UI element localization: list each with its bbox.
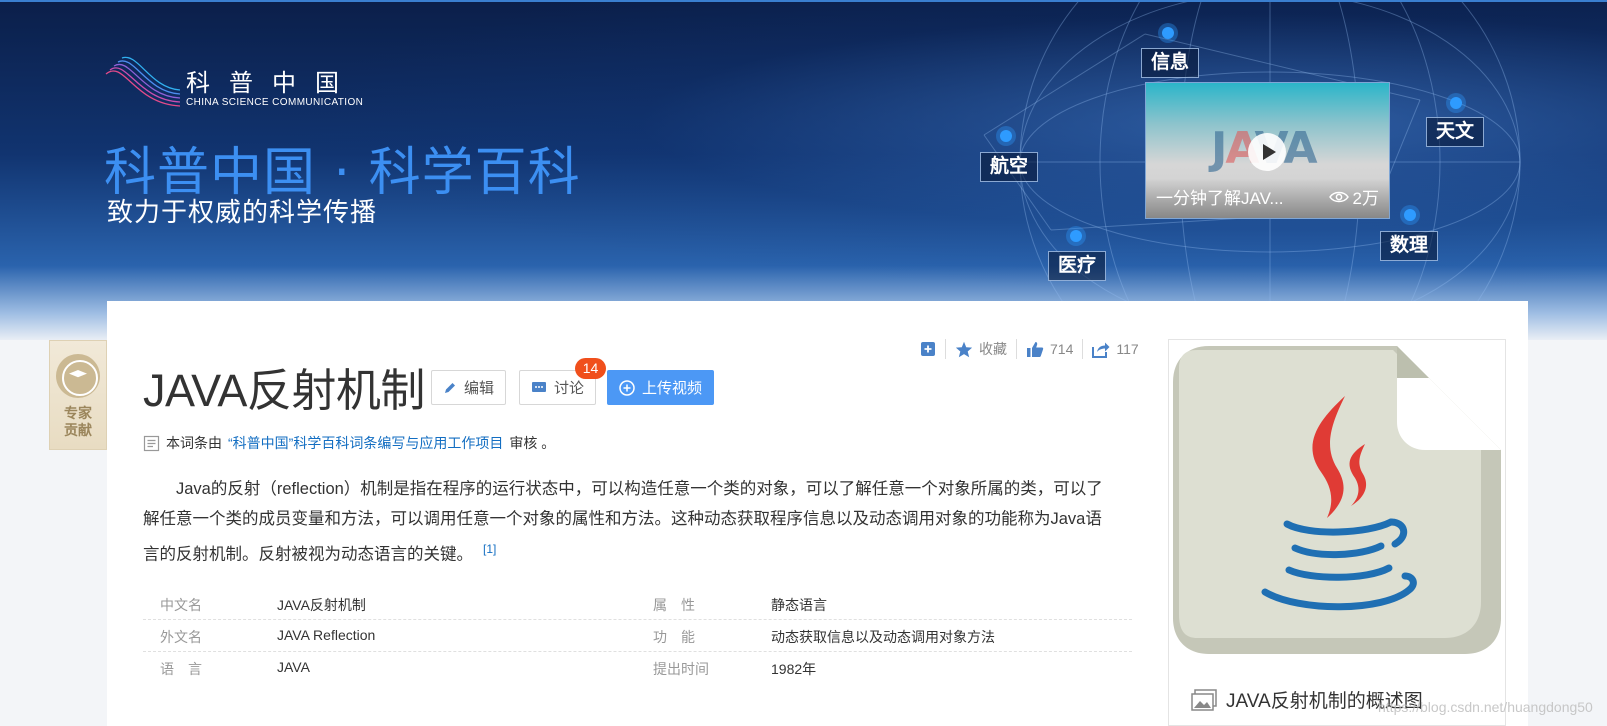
upload-video-label: 上传视频: [642, 380, 703, 397]
expert-label-line1: 专家: [64, 405, 92, 421]
info-row: 语 言 JAVA 提出时间 1982年: [143, 652, 1132, 684]
tag-aviation[interactable]: 航空: [980, 152, 1039, 182]
overview-image-card[interactable]: JAVA反射机制的概述图: [1168, 339, 1506, 726]
node-dot-icon: [1450, 97, 1462, 109]
logo-english: CHINA SCIENCE COMMUNICATION: [186, 97, 364, 108]
site-logo[interactable]: 科普中国 CHINA SCIENCE COMMUNICATION: [104, 54, 363, 112]
node-dot-icon: [1404, 209, 1416, 221]
video-views: 2万: [1328, 184, 1379, 209]
upload-video-button[interactable]: 上传视频: [607, 370, 715, 405]
review-prefix: 本词条由: [166, 435, 222, 451]
info-value: JAVA: [277, 659, 310, 675]
tag-math[interactable]: 数理: [1380, 231, 1439, 261]
info-row: 外文名 JAVA Reflection 功 能 动态获取信息以及动态调用对象方法: [143, 620, 1132, 652]
review-suffix: 审核 。: [509, 435, 556, 451]
like-count: 714: [1050, 341, 1074, 357]
info-key: 外文名: [160, 629, 202, 645]
like-button[interactable]: 714: [1026, 341, 1073, 358]
node-dot-icon: [1070, 230, 1082, 242]
expert-label-line2: 贡献: [64, 422, 92, 438]
video-title: 一分钟了解JAV...: [1156, 189, 1284, 208]
banner-subtitle: 致力于权威的科学传播: [107, 198, 378, 228]
share-icon: [1092, 342, 1110, 358]
info-value: 静态语言: [771, 597, 827, 613]
node-dot-icon: [1162, 27, 1174, 39]
discuss-button-label: 讨论: [554, 380, 585, 397]
info-value: JAVA Reflection: [277, 627, 376, 643]
review-statement: 本词条由 “科普中国”科学百科词条编写与应用工作项目 审核 。: [143, 433, 555, 453]
article-actions: 收藏 714 117: [920, 336, 1139, 362]
tag-astronomy[interactable]: 天文: [1426, 117, 1485, 147]
gallery-icon: [1191, 688, 1217, 711]
info-key: 中文名: [160, 597, 202, 613]
java-file-icon: [1173, 346, 1501, 654]
discuss-count-badge: 14: [575, 358, 606, 379]
tag-medical[interactable]: 医疗: [1048, 251, 1107, 281]
video-view-count: 2万: [1352, 189, 1379, 208]
logo-wave-icon: [105, 56, 181, 107]
plus-circle-icon: [619, 379, 635, 396]
favorite-button[interactable]: 收藏: [955, 339, 1007, 359]
page-title: JAVA反射机制: [143, 365, 425, 416]
citation-link[interactable]: [1]: [483, 542, 496, 556]
add-square-icon: [921, 342, 935, 356]
info-key: 提出时间: [653, 661, 709, 677]
header-banner: 科普中国 CHINA SCIENCE COMMUNICATION 科普中国 · …: [0, 0, 1607, 340]
basic-info-table: 中文名 JAVA反射机制 属 性 静态语言 外文名 JAVA Reflectio…: [143, 588, 1132, 684]
expert-contribution-badge[interactable]: 专家 贡献: [49, 340, 107, 450]
pencil-icon: [445, 382, 455, 393]
thumbs-up-icon: [1027, 341, 1044, 357]
graduation-cap-icon: [56, 354, 100, 398]
info-value: JAVA反射机制: [277, 597, 366, 613]
info-value: 动态获取信息以及动态调用对象方法: [771, 629, 995, 645]
play-icon[interactable]: [1248, 133, 1286, 171]
info-key: 功 能: [653, 629, 695, 645]
video-card[interactable]: JAVA 一分钟了解JAV... 2万: [1145, 82, 1390, 219]
star-icon: [955, 341, 973, 357]
node-dot-icon: [1000, 130, 1012, 142]
info-row: 中文名 JAVA反射机制 属 性 静态语言: [143, 588, 1132, 620]
favorite-label: 收藏: [979, 341, 1007, 357]
share-count: 117: [1116, 341, 1139, 357]
info-key: 语 言: [160, 661, 202, 677]
eye-icon: [1328, 191, 1349, 202]
share-button[interactable]: 117: [1092, 341, 1139, 358]
edit-button[interactable]: 编辑: [431, 370, 507, 405]
logo-chinese: 科普中国: [186, 70, 358, 97]
review-project-link[interactable]: “科普中国”科学百科词条编写与应用工作项目: [228, 433, 503, 453]
edit-button-label: 编辑: [464, 380, 495, 397]
info-key: 属 性: [653, 597, 695, 613]
summary-text: Java的反射（reflection）机制是指在程序的运行状态中，可以构造任意一…: [143, 480, 1103, 564]
add-button[interactable]: [920, 341, 936, 357]
watermark-text: https://blog.csdn.net/huangdong50: [1378, 699, 1593, 715]
article-summary: Java的反射（reflection）机制是指在程序的运行状态中，可以构造任意一…: [143, 474, 1118, 570]
comment-icon: [532, 381, 546, 392]
document-icon: [143, 435, 160, 451]
info-value: 1982年: [771, 661, 817, 677]
tag-info[interactable]: 信息: [1141, 48, 1200, 78]
